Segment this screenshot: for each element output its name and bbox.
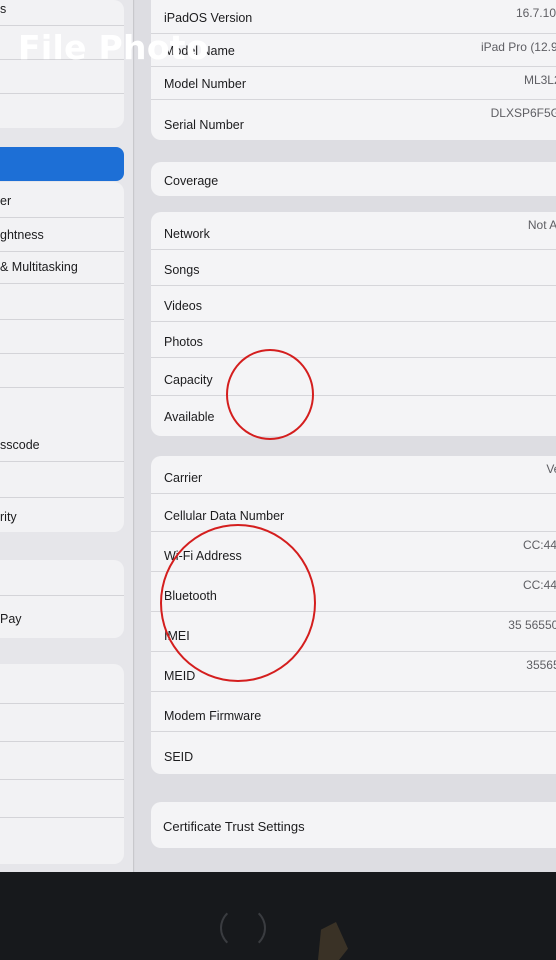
row-label: Capacity: [164, 373, 213, 387]
sidebar-item-security[interactable]: rity: [0, 500, 124, 532]
row-label: Songs: [164, 263, 200, 277]
row-label: Serial Number: [164, 118, 244, 132]
row-label: SEID: [164, 750, 194, 764]
row-label: Network: [164, 227, 210, 241]
row-value: 16.7.10: [515, 6, 556, 20]
row-value: CC:44:63:: [522, 538, 556, 552]
row-label: Videos: [164, 299, 202, 313]
sidebar-item[interactable]: [0, 286, 124, 320]
camera-reflection-icon: [220, 906, 266, 950]
modem-firmware-row[interactable]: Modem Firmware: [151, 692, 556, 732]
media-capacity-card: Network Not Avail Songs Videos Photos Ca…: [151, 212, 556, 436]
sidebar-item[interactable]: [0, 670, 124, 704]
sidebar-item[interactable]: [0, 354, 124, 388]
sidebar-item[interactable]: er: [0, 184, 124, 218]
sidebar-item[interactable]: [0, 562, 124, 596]
ipados-version-row[interactable]: iPadOS Version 16.7.10: [151, 0, 556, 34]
serial-number-row[interactable]: Serial Number DLXSP6F5GMV: [151, 100, 556, 140]
model-name-row[interactable]: Model Name iPad Pro (12.9-inc: [151, 34, 556, 67]
settings-sidebar: s er ghtness & Multitasking sscode rity …: [0, 0, 134, 872]
model-number-row[interactable]: Model Number ML3L2LL: [151, 67, 556, 100]
row-label: Cellular Data Number: [164, 509, 285, 523]
sidebar-item-wallet-pay[interactable]: Pay: [0, 602, 124, 636]
cellular-data-number-row[interactable]: Cellular Data Number U: [151, 494, 556, 532]
certificate-trust-card: Certificate Trust Settings: [151, 802, 556, 848]
about-info-card: iPadOS Version 16.7.10 Model Name iPad P…: [151, 0, 556, 140]
row-label: Certificate Trust Settings: [163, 819, 305, 834]
certificate-trust-settings-row[interactable]: Certificate Trust Settings: [151, 802, 556, 848]
row-label: IMEI: [164, 629, 190, 643]
capacity-row[interactable]: Capacity 1: [151, 358, 556, 396]
row-value: ML3L2LL: [523, 73, 556, 87]
carrier-row[interactable]: Carrier Veriz: [151, 456, 556, 494]
row-label: Modem Firmware: [164, 709, 262, 723]
row-value: DLXSP6F5GMV: [490, 106, 556, 120]
songs-row[interactable]: Songs: [151, 250, 556, 286]
row-value: Not Avail: [527, 218, 556, 232]
videos-row[interactable]: Videos: [151, 286, 556, 322]
row-label: Wi-Fi Address: [164, 549, 242, 563]
sidebar-item[interactable]: [0, 464, 124, 498]
photos-row[interactable]: Photos: [151, 322, 556, 358]
sidebar-item[interactable]: [0, 708, 124, 742]
caption-bar: [0, 872, 556, 960]
row-value: CC:44:63:: [522, 578, 556, 592]
row-value: Veriz: [546, 462, 556, 476]
sidebar-item[interactable]: [0, 784, 124, 818]
sidebar-item[interactable]: ghtness: [0, 218, 124, 252]
row-label: Coverage: [164, 174, 219, 188]
network-identifiers-card: Carrier Veriz Cellular Data Number U Wi-…: [151, 456, 556, 774]
bluetooth-row[interactable]: Bluetooth CC:44:63:: [151, 572, 556, 612]
wifi-address-row[interactable]: Wi-Fi Address CC:44:63:: [151, 532, 556, 572]
sidebar-item[interactable]: [0, 746, 124, 780]
row-value: 35 565507 0: [508, 618, 556, 632]
row-value: 3556550: [526, 658, 556, 672]
row-label: Model Number: [164, 77, 246, 91]
coverage-row[interactable]: Coverage: [151, 162, 556, 196]
sidebar-group-4: [0, 664, 124, 864]
seid-row[interactable]: SEID: [151, 732, 556, 774]
sidebar-item[interactable]: s: [0, 0, 124, 26]
sidebar-item[interactable]: [0, 320, 124, 354]
sidebar-item-passcode[interactable]: sscode: [0, 428, 124, 462]
row-label: Available: [164, 410, 215, 424]
row-label: MEID: [164, 669, 196, 683]
row-label: Carrier: [164, 471, 203, 485]
sidebar-item[interactable]: [0, 94, 124, 128]
sidebar-item-multitasking[interactable]: & Multitasking: [0, 250, 124, 284]
meid-row[interactable]: MEID 3556550: [151, 652, 556, 692]
sidebar-group-3: Pay: [0, 560, 124, 638]
row-label: iPadOS Version: [164, 11, 253, 25]
sidebar-item-general-selected[interactable]: [0, 147, 124, 181]
sidebar-group-2: er ghtness & Multitasking sscode rity: [0, 182, 124, 532]
network-row[interactable]: Network Not Avail: [151, 212, 556, 250]
row-value: iPad Pro (12.9-inc: [480, 40, 556, 54]
about-detail-pane: iPadOS Version 16.7.10 Model Name iPad P…: [135, 0, 556, 872]
coverage-card: Coverage: [151, 162, 556, 196]
available-row[interactable]: Available 117: [151, 396, 556, 436]
row-label: Photos: [164, 335, 203, 349]
file-photo-caption: File Photo: [18, 28, 209, 67]
row-label: Bluetooth: [164, 589, 217, 603]
imei-row[interactable]: IMEI 35 565507 0: [151, 612, 556, 652]
